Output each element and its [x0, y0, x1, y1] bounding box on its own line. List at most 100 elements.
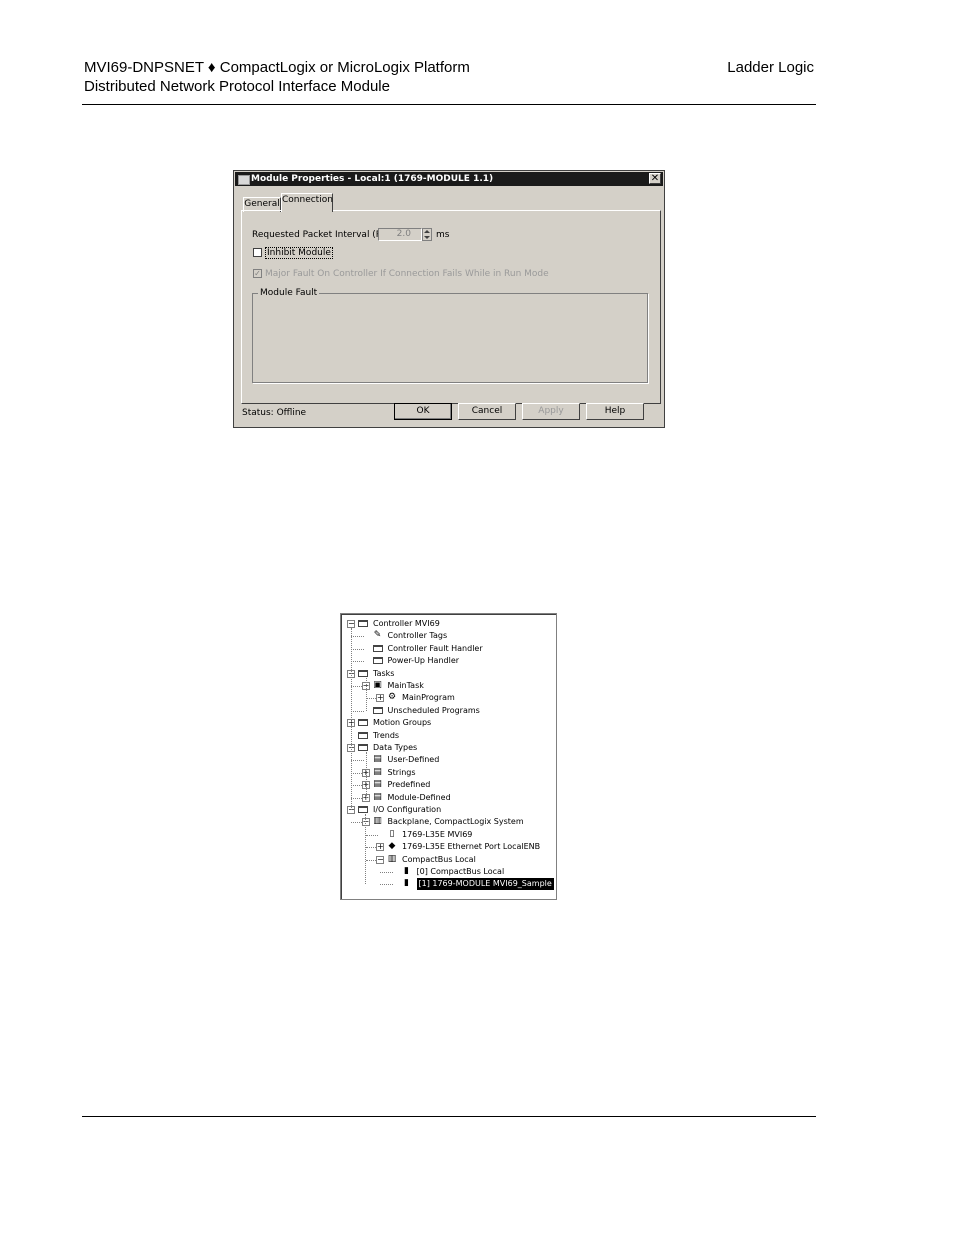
tree-connector — [351, 648, 364, 650]
tree-connector — [365, 834, 378, 836]
folder-icon — [372, 657, 383, 665]
tree-item-label: [1] 1769-MODULE MVI69_Sample — [416, 878, 554, 891]
tree-item[interactable]: Trends — [341, 730, 556, 742]
tree-item[interactable]: − Data Types — [341, 742, 556, 754]
tree-connector — [351, 710, 364, 712]
tree-connector — [380, 872, 393, 873]
tree-item-label: Power-Up Handler — [387, 656, 460, 666]
tree-item[interactable]: − ▣ MainTask — [341, 680, 556, 692]
tree-item-label: CompactBus Local — [402, 854, 476, 864]
expand-icon[interactable]: + — [376, 843, 384, 852]
tree-item[interactable]: − Controller MVI69 — [341, 618, 556, 630]
tree-item-label: Unscheduled Programs — [387, 705, 480, 715]
tree-item[interactable]: + ⚙ MainProgram — [341, 692, 556, 704]
tree-item-label: Motion Groups — [373, 718, 432, 728]
tab-connection[interactable]: Connection — [281, 193, 333, 212]
footer-rule — [82, 1116, 816, 1117]
tree-item[interactable]: + ◆ 1769-L35E Ethernet Port LocalENB — [341, 841, 556, 853]
ok-button[interactable]: OK — [394, 403, 452, 420]
tree-item-label: Controller Tags — [387, 631, 448, 641]
backplane-icon: ▥ — [373, 816, 382, 827]
header-subtitle: Distributed Network Protocol Interface M… — [84, 78, 390, 95]
collapse-icon[interactable]: − — [347, 620, 355, 628]
dialog-titlebar[interactable]: Module Properties - Local:1 (1769-MODULE… — [235, 172, 663, 186]
tree-connector — [351, 636, 364, 638]
tree-item[interactable]: − I/O Configuration — [341, 804, 556, 816]
folder-open-icon — [358, 744, 368, 751]
folder-open-icon — [358, 669, 368, 677]
spin-up-icon[interactable] — [424, 230, 430, 233]
tree-item[interactable]: + ▤ Predefined — [341, 779, 556, 791]
tree-item-label: Tasks — [373, 668, 395, 678]
tree-item[interactable]: Controller Fault Handler — [341, 643, 556, 655]
module-icon: ▮ — [404, 878, 409, 889]
tree-item-label: Trends — [373, 730, 400, 740]
program-icon: ⚙ — [387, 692, 397, 703]
tree-item[interactable]: ▯ 1769-L35E MVI69 — [341, 829, 556, 841]
folder-icon — [358, 731, 368, 739]
task-icon: ▣ — [373, 680, 382, 690]
header-title: MVI69-DNPSNET ♦ CompactLogix or MicroLog… — [84, 59, 470, 76]
tree-connector — [351, 760, 364, 762]
inhibit-module-label[interactable]: Inhibit Module — [265, 247, 333, 259]
ethernet-icon: ◆ — [388, 841, 396, 852]
tree-item[interactable]: − ▥ CompactBus Local — [341, 854, 556, 866]
cancel-button[interactable]: Cancel — [458, 403, 516, 420]
tree-item-label: MainTask — [387, 681, 424, 690]
tree-item[interactable]: ✎ Controller Tags — [341, 630, 556, 642]
tree-item-label: Data Types — [373, 743, 418, 752]
controller-organizer-tree[interactable]: − Controller MVI69 ✎ Controller Tags Control… — [340, 613, 557, 900]
tree-item-label: Controller MVI69 — [373, 619, 440, 628]
expand-icon[interactable]: + — [376, 694, 384, 703]
datatype-icon: ▤ — [373, 791, 382, 802]
tree-item[interactable]: + ▤ Strings — [341, 767, 556, 779]
tree-item[interactable]: ▮ [1] 1769-MODULE MVI69_Sample — [341, 878, 556, 891]
tree-item[interactable]: + Motion Groups — [341, 717, 556, 729]
tree-item[interactable]: − Tasks — [341, 668, 556, 680]
tree-item-label: Module-Defined — [387, 792, 451, 802]
tree-connector — [351, 661, 364, 663]
tree-item-label: 1769-L35E Ethernet Port LocalENB — [402, 842, 541, 852]
controller-icon: ▯ — [389, 828, 395, 839]
tree-guide-line — [351, 628, 352, 810]
tree-item-label: Strings — [387, 767, 416, 777]
module-fault-group — [252, 293, 648, 383]
tree-item-label: I/O Configuration — [373, 805, 442, 814]
window-icon — [238, 175, 250, 185]
header-left: MVI69-DNPSNET ♦ CompactLogix or MicroLog… — [84, 58, 470, 96]
module-properties-dialog: Module Properties - Local:1 (1769-MODULE… — [233, 170, 665, 428]
rpi-label: Requested Packet Interval (RPI): — [252, 230, 397, 240]
major-fault-label: Major Fault On Controller If Connection … — [265, 269, 549, 279]
inhibit-module-checkbox[interactable] — [253, 248, 262, 257]
tree-item[interactable]: − ▥ Backplane, CompactLogix System — [341, 816, 556, 828]
tree-item-label: 1769-L35E MVI69 — [402, 829, 473, 839]
folder-open-icon — [358, 620, 368, 627]
tree-item-label: [0] CompactBus Local — [416, 867, 505, 876]
tree-item[interactable]: ▮ [0] CompactBus Local — [341, 866, 556, 878]
tags-icon: ✎ — [373, 630, 382, 641]
tree-item-label: Backplane, CompactLogix System — [387, 817, 524, 827]
tree-item[interactable]: ▤ User-Defined — [341, 754, 556, 766]
tree-guide-line — [365, 814, 367, 885]
folder-icon — [358, 719, 368, 727]
module-fault-label: Module Fault — [258, 288, 320, 298]
module-icon: ▮ — [404, 866, 409, 876]
rpi-input[interactable]: 2.0 — [378, 228, 422, 241]
spin-down-icon[interactable] — [424, 236, 430, 239]
collapse-icon[interactable]: − — [376, 855, 384, 864]
tree-item[interactable]: Unscheduled Programs — [341, 705, 556, 717]
header-rule — [82, 104, 816, 105]
dialog-title: Module Properties - Local:1 (1769-MODULE… — [251, 174, 494, 184]
close-icon[interactable]: ✕ — [649, 173, 661, 184]
datatype-icon: ▤ — [373, 754, 382, 765]
tree-item[interactable]: Power-Up Handler — [341, 655, 556, 667]
tree-item[interactable]: + ▤ Module-Defined — [341, 792, 556, 804]
major-fault-checkbox[interactable]: ✓ — [253, 269, 262, 278]
apply-button[interactable]: Apply — [522, 403, 580, 420]
help-button[interactable]: Help — [586, 403, 644, 420]
status-text: Status: Offline — [242, 408, 307, 418]
tree-item-label: MainProgram — [402, 693, 455, 703]
tree-item-label: User-Defined — [387, 755, 440, 765]
rpi-spinner[interactable] — [422, 228, 432, 241]
tree-item-label: Controller Fault Handler — [387, 643, 483, 653]
